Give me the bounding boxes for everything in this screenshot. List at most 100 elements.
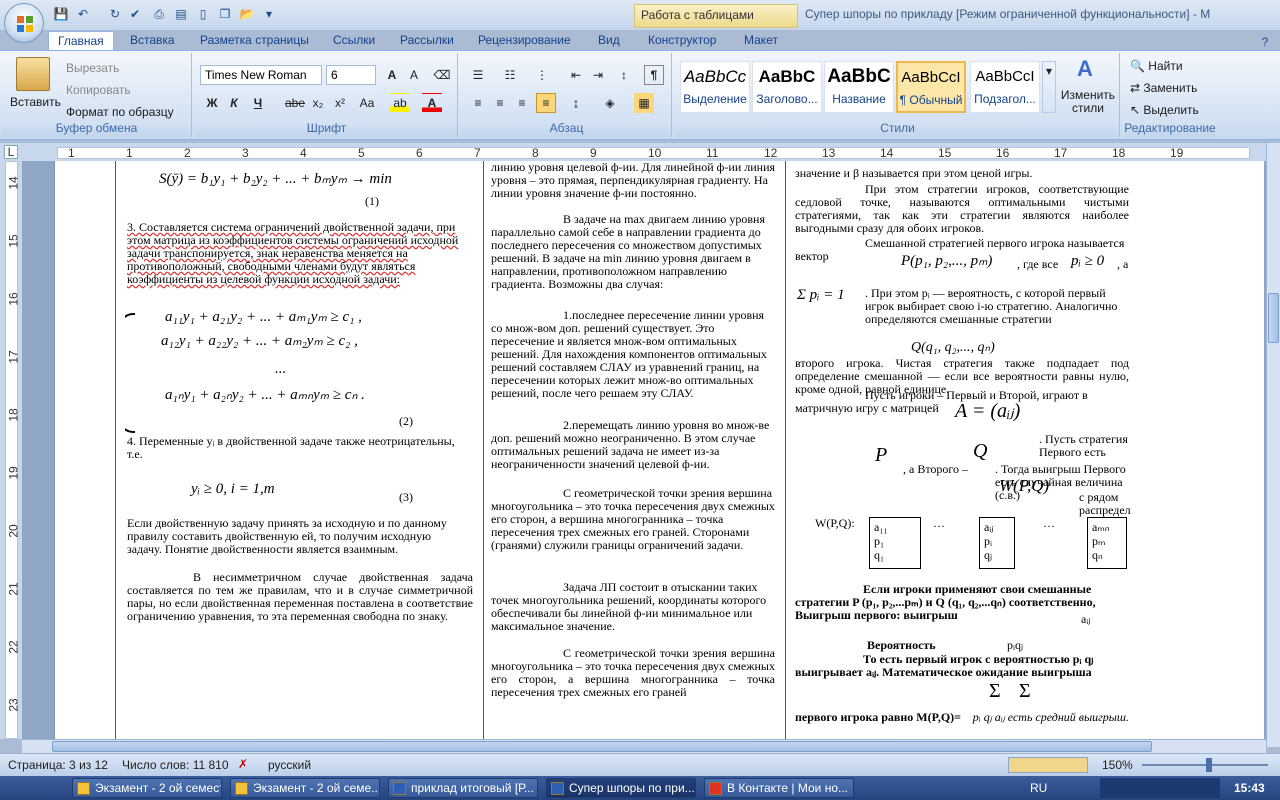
task-item-2[interactable]: Экзамент - 2 ой семе...: [230, 778, 380, 798]
style-title[interactable]: AaBbC Название: [824, 61, 894, 113]
sort-icon[interactable]: ↕: [614, 65, 634, 85]
change-styles-icon[interactable]: A: [1072, 58, 1098, 85]
horizontal-scrollbar[interactable]: [22, 739, 1266, 753]
word-count[interactable]: Число слов: 11 810: [122, 758, 229, 772]
tab-layout[interactable]: Макет: [744, 31, 778, 51]
vertical-scrollbar[interactable]: [1266, 143, 1280, 747]
ruler-mark: 15: [938, 146, 952, 160]
ruler-mark: 3: [242, 146, 249, 160]
underline-button[interactable]: Ч: [248, 93, 268, 113]
clear-format-icon[interactable]: ⌫: [432, 65, 452, 85]
document-page[interactable]: S(ȳ) = b₁y₁ + b₂y₂ + ... + bₘyₘ → min (1…: [54, 161, 1264, 739]
strikethrough-button[interactable]: abe: [282, 93, 308, 113]
font-name-combo[interactable]: Times New Roman: [200, 65, 322, 85]
decrease-indent-icon[interactable]: ⇤: [566, 65, 586, 85]
help-icon[interactable]: ?: [1256, 33, 1274, 51]
task-item-1[interactable]: Экзамент - 2 ой семест...: [72, 778, 222, 798]
numbering-icon[interactable]: ☷: [500, 65, 520, 85]
grow-font-icon[interactable]: A: [382, 65, 402, 85]
tray-icons[interactable]: [1100, 778, 1220, 798]
superscript-button[interactable]: x²: [330, 93, 350, 113]
task-item-4[interactable]: Супер шпоры по при...: [546, 778, 696, 798]
task-item-5[interactable]: В Контакте | Мои но...: [704, 778, 854, 798]
zoom-slider[interactable]: [1142, 764, 1268, 766]
style-emphasis[interactable]: AaBbCc Выделение: [680, 61, 750, 113]
change-case-button[interactable]: Aa: [354, 93, 380, 113]
col3-text-and: , а: [1117, 257, 1129, 271]
language[interactable]: русский: [268, 758, 311, 772]
align-right-icon[interactable]: ≡: [512, 93, 532, 113]
justify-icon[interactable]: ≡: [536, 93, 556, 113]
hscroll-thumb[interactable]: [52, 741, 1152, 752]
vertical-ruler: 14 15 16 17 18 19 20 21 22 23: [0, 161, 22, 739]
zoom-level[interactable]: 150%: [1102, 758, 1133, 772]
col2-paragraph-7: С геометрической точки зрения вершина мн…: [491, 646, 775, 699]
group-label-editing: Редактирование: [1124, 121, 1216, 137]
shrink-font-icon[interactable]: A: [404, 65, 424, 85]
print-preview-icon[interactable]: ⎙: [150, 5, 168, 23]
context-tab-tables: Работа с таблицами: [634, 4, 798, 28]
tab-home[interactable]: Главная: [48, 31, 114, 51]
styles-scroll-icon[interactable]: ▾: [1042, 61, 1056, 113]
cell-p: pₘ: [1092, 534, 1106, 548]
office-button[interactable]: [4, 3, 44, 43]
font-color-icon[interactable]: A: [422, 93, 442, 113]
paste-button[interactable]: Вставить: [10, 93, 61, 111]
select-button[interactable]: ↖ Выделить: [1130, 101, 1199, 119]
subscript-button[interactable]: x₂: [308, 93, 328, 113]
qat-menu-icon[interactable]: ▾: [260, 5, 278, 23]
font-size-combo[interactable]: 6: [326, 65, 376, 85]
copy-button[interactable]: Копировать: [66, 81, 131, 99]
show-marks-icon[interactable]: ¶: [644, 65, 664, 85]
print-icon[interactable]: ▤: [172, 5, 190, 23]
change-styles-button[interactable]: Изменить стили: [1060, 89, 1116, 115]
highlight-icon[interactable]: ab: [390, 93, 410, 113]
tab-review[interactable]: Рецензирование: [478, 31, 571, 51]
status-bar: Страница: 3 из 12 Число слов: 11 810 ✗ р…: [0, 753, 1280, 776]
new-document-icon[interactable]: ▯: [194, 5, 212, 23]
shading-icon[interactable]: ◈: [600, 93, 620, 113]
zoom-thumb[interactable]: [1206, 758, 1212, 772]
tab-insert[interactable]: Вставка: [130, 31, 175, 51]
tab-mailings[interactable]: Рассылки: [400, 31, 454, 51]
tab-selector-icon[interactable]: L: [4, 145, 18, 159]
borders-icon[interactable]: ▦: [634, 93, 654, 113]
tab-design[interactable]: Конструктор: [648, 31, 716, 51]
proofing-icon[interactable]: ✗: [238, 757, 248, 771]
open-folder-icon[interactable]: 📂: [238, 5, 256, 23]
nonnegative-p: pᵢ ≥ 0: [1071, 253, 1105, 269]
increase-indent-icon[interactable]: ⇥: [588, 65, 608, 85]
style-heading[interactable]: AaBbC Заголово...: [752, 61, 822, 113]
line-spacing-icon[interactable]: ↨: [566, 93, 586, 113]
redo-icon[interactable]: ↻: [106, 5, 124, 23]
align-center-icon[interactable]: ≡: [490, 93, 510, 113]
table-dots: …: [1043, 516, 1055, 530]
tab-references[interactable]: Ссылки: [333, 31, 375, 51]
cell-a: aᵢⱼ: [984, 520, 994, 534]
spellcheck-icon[interactable]: ✔: [126, 5, 144, 23]
copy-icon[interactable]: ❐: [216, 5, 234, 23]
style-normal[interactable]: AaBbCcI ¶ Обычный: [896, 61, 966, 113]
style-subtitle[interactable]: AaBbCcI Подзагол...: [970, 61, 1040, 113]
bullets-icon[interactable]: ☰: [468, 65, 488, 85]
format-painter-button[interactable]: Формат по образцу: [66, 103, 174, 121]
view-buttons[interactable]: [1008, 757, 1088, 773]
bold-button[interactable]: Ж: [202, 93, 222, 113]
tab-view[interactable]: Вид: [598, 31, 620, 51]
undo-icon[interactable]: ↶: [74, 5, 92, 23]
italic-button[interactable]: К: [224, 93, 244, 113]
scroll-thumb[interactable]: [1268, 293, 1279, 343]
objective-formula: S(ȳ) = b₁y₁ + b₂y₂ + ... + bₘyₘ → min: [159, 171, 392, 187]
multilevel-list-icon[interactable]: ⋮: [532, 65, 552, 85]
align-left-icon[interactable]: ≡: [468, 93, 488, 113]
cut-button[interactable]: Вырезать: [66, 59, 119, 77]
save-icon[interactable]: 💾: [52, 5, 70, 23]
input-language[interactable]: RU: [1030, 781, 1047, 795]
ruler-mark: 17: [1054, 146, 1068, 160]
replace-button[interactable]: ⇄ Заменить: [1130, 79, 1197, 97]
tab-page-layout[interactable]: Разметка страницы: [200, 31, 309, 51]
page-count[interactable]: Страница: 3 из 12: [8, 758, 108, 772]
find-button[interactable]: 🔍 Найти: [1130, 57, 1183, 75]
paste-icon[interactable]: [16, 57, 50, 91]
task-item-3[interactable]: приклад итоговый [Р...: [388, 778, 538, 798]
